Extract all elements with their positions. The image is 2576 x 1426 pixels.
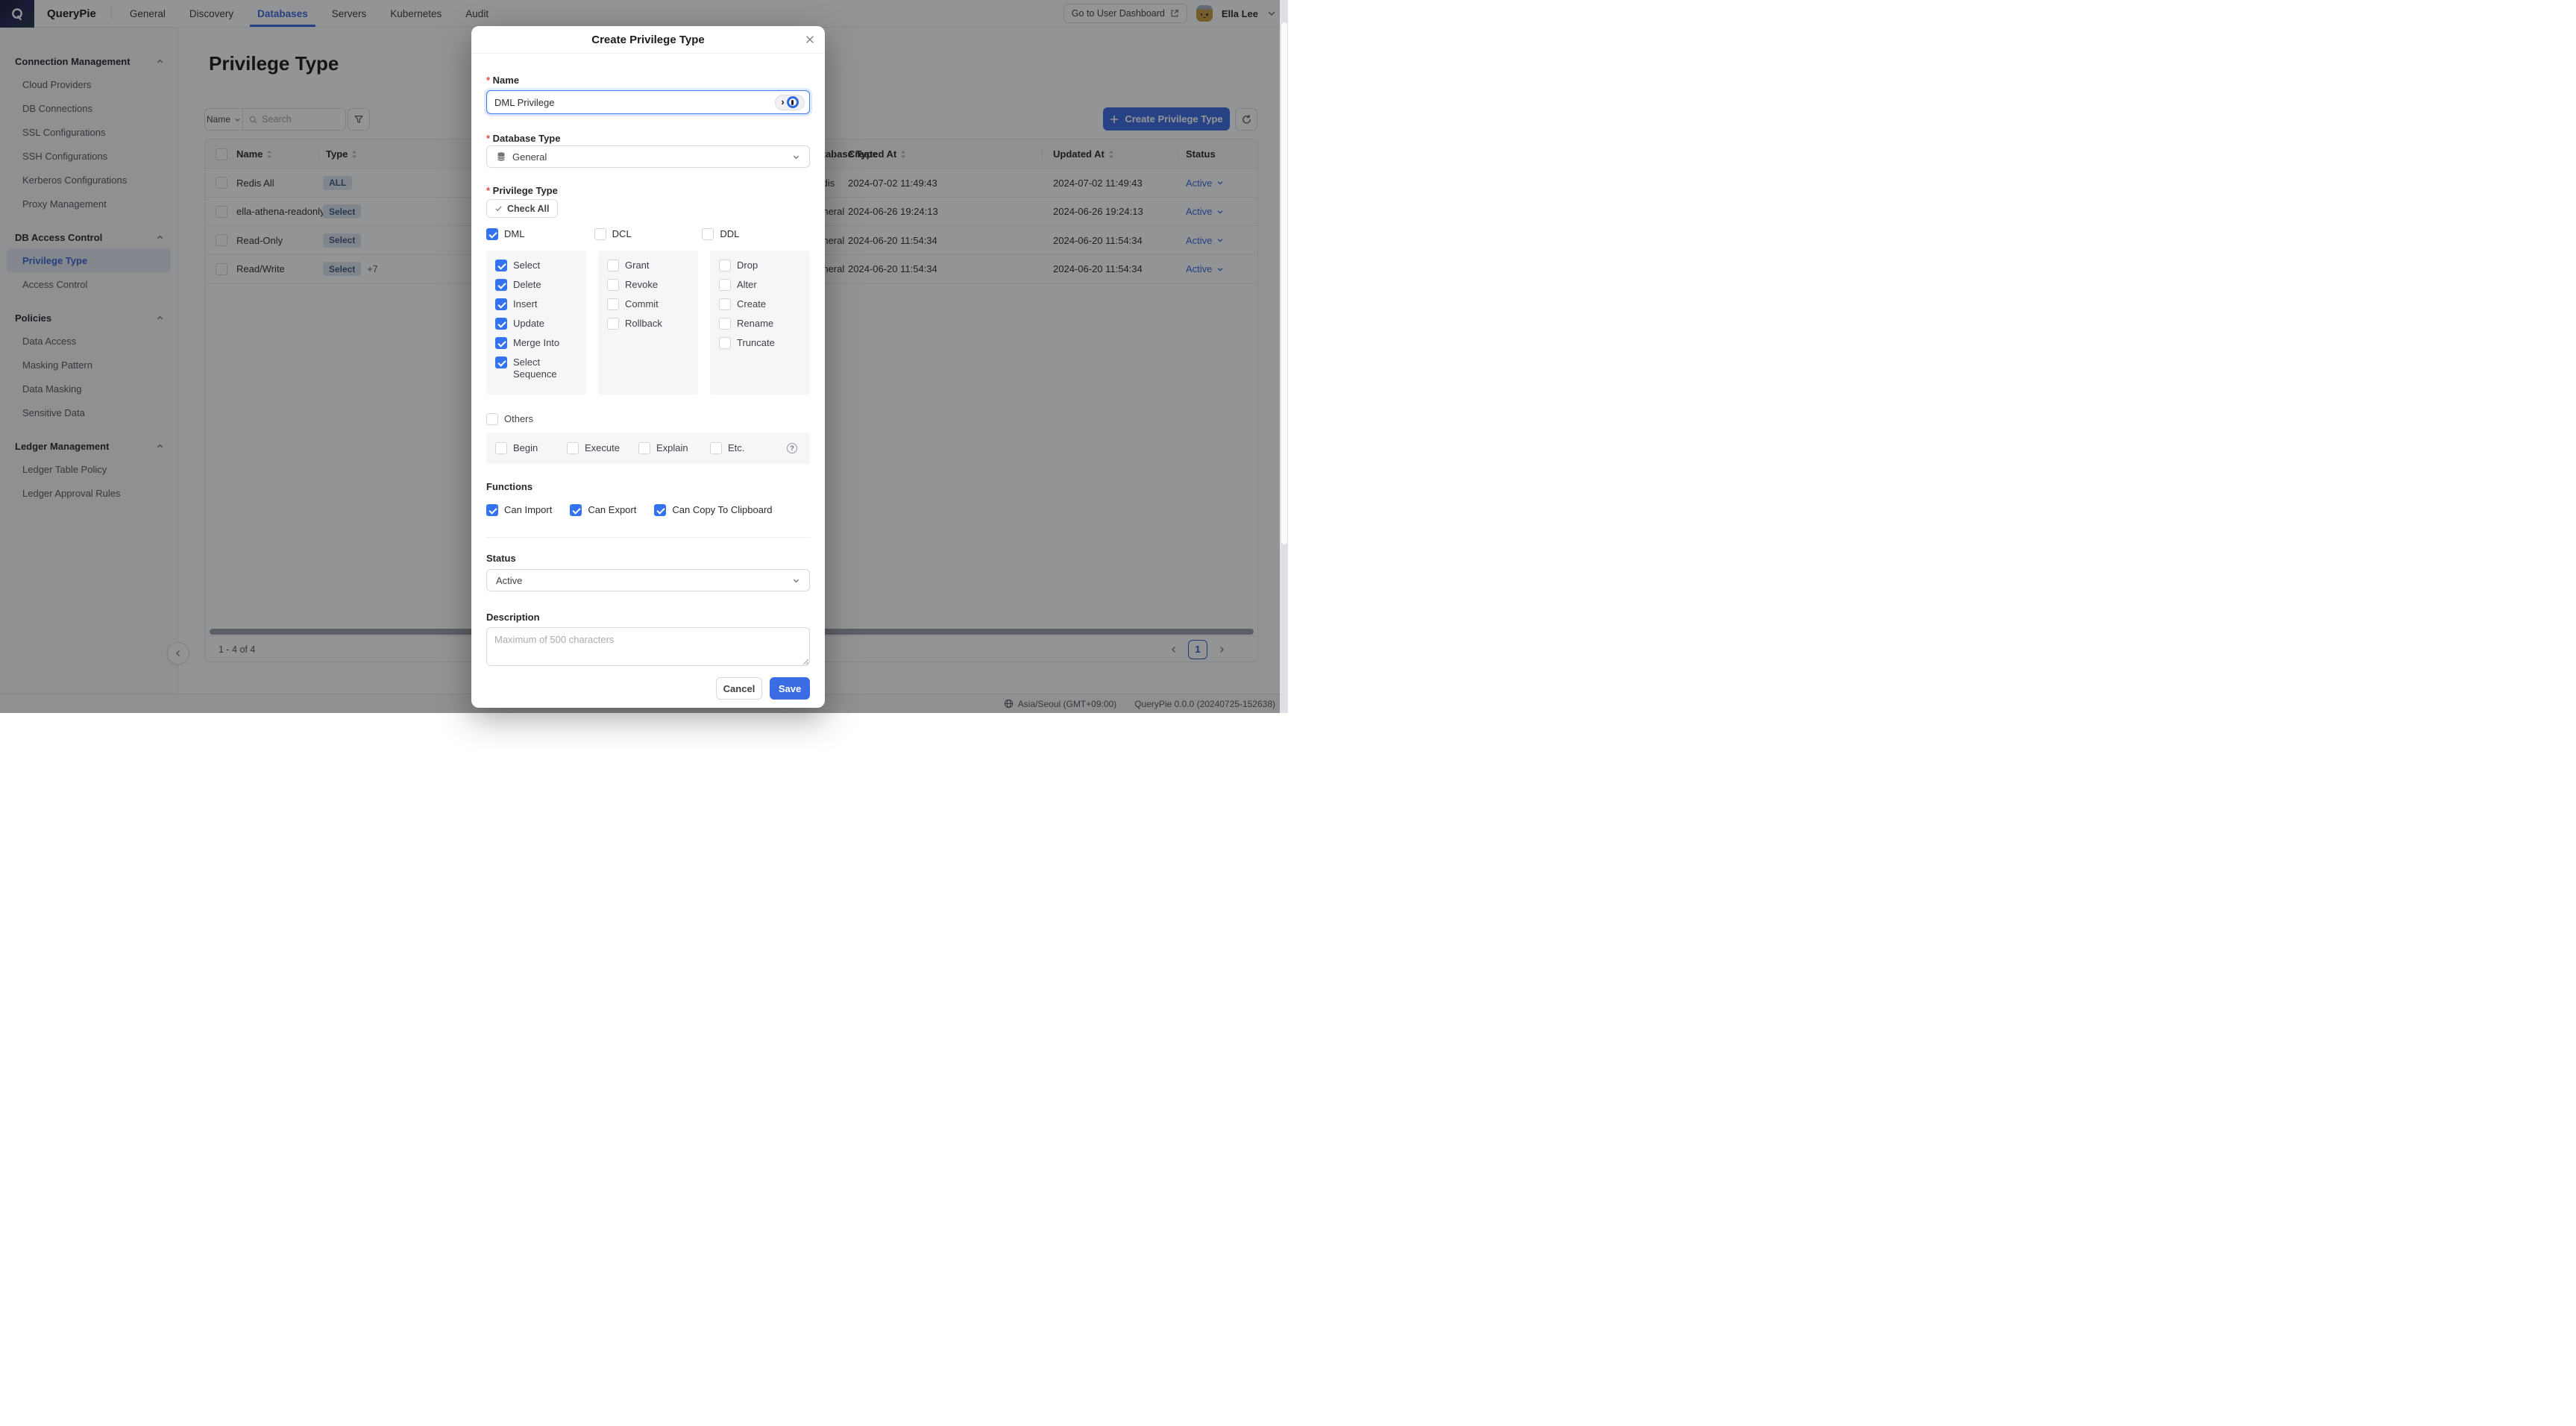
chevron-down-icon — [792, 153, 800, 161]
others-options-panel: Begin Execute Explain Etc. ? — [486, 433, 810, 464]
checkbox-label: Execute — [585, 442, 620, 454]
checkbox-label: Merge Into — [513, 337, 559, 349]
checkbox-begin[interactable]: Begin — [495, 442, 567, 454]
checkbox-alter[interactable]: Alter — [719, 279, 801, 291]
password-manager-autofill-icon[interactable]: › — [775, 95, 805, 110]
checkbox-label: Select Sequence — [513, 356, 577, 380]
checkbox-create[interactable]: Create — [719, 298, 801, 310]
checkbox-etc[interactable]: Etc. — [710, 442, 782, 454]
dcl-options-panel: Grant Revoke Commit Rollback — [598, 251, 698, 395]
checkbox-label: Can Export — [588, 504, 636, 516]
database-type-select[interactable]: General — [486, 145, 810, 168]
name-input[interactable] — [486, 90, 810, 114]
privilege-type-label: Privilege Type — [486, 185, 558, 196]
ddl-options-panel: Drop Alter Create Rename Truncate — [710, 251, 810, 395]
checkbox-label: Select — [513, 260, 540, 271]
checkbox-dcl[interactable]: DCL — [594, 228, 703, 240]
database-type-value: General — [512, 151, 547, 163]
modal-title: Create Privilege Type — [591, 34, 704, 46]
checkbox-label: Create — [737, 298, 766, 310]
save-button[interactable]: Save — [770, 677, 810, 700]
description-textarea[interactable] — [486, 627, 810, 666]
checkbox-label: Explain — [656, 442, 688, 454]
checkbox-merge-into[interactable]: Merge Into — [495, 337, 577, 349]
checkbox-label: Insert — [513, 298, 538, 310]
etc-help-icon[interactable]: ? — [787, 443, 797, 453]
status-select[interactable]: Active — [486, 569, 810, 591]
checkbox-grant[interactable]: Grant — [607, 260, 689, 271]
check-all-button[interactable]: Check All — [486, 199, 558, 218]
checkbox-label: DML — [504, 228, 524, 240]
checkbox-label: Grant — [625, 260, 650, 271]
checkbox-revoke[interactable]: Revoke — [607, 279, 689, 291]
checkbox-label: Rollback — [625, 318, 662, 330]
status-value: Active — [496, 575, 522, 586]
checkbox-delete[interactable]: Delete — [495, 279, 577, 291]
chevron-down-icon — [792, 577, 800, 585]
checkbox-label: Alter — [737, 279, 757, 291]
functions-label: Functions — [486, 481, 533, 492]
checkbox-others[interactable]: Others — [486, 413, 533, 425]
name-label: Name — [486, 75, 519, 86]
checkbox-can-copy-to-clipboard[interactable]: Can Copy To Clipboard — [654, 504, 772, 516]
checkbox-dml[interactable]: DML — [486, 228, 594, 240]
database-icon — [496, 151, 506, 162]
checkbox-label: DDL — [720, 228, 739, 240]
checkbox-label: Can Import — [504, 504, 552, 516]
checkbox-can-import[interactable]: Can Import — [486, 504, 552, 516]
section-divider — [486, 537, 810, 538]
checkbox-label: Can Copy To Clipboard — [672, 504, 772, 516]
checkbox-label: Revoke — [625, 279, 658, 291]
description-label: Description — [486, 612, 540, 623]
checkbox-select[interactable]: Select — [495, 260, 577, 271]
cancel-button[interactable]: Cancel — [716, 677, 762, 700]
checkbox-label: Update — [513, 318, 544, 330]
page-scrollbar-thumb[interactable] — [1281, 22, 1287, 544]
page-scrollbar[interactable] — [1280, 0, 1288, 713]
checkbox-label: DCL — [612, 228, 632, 240]
checkbox-label: Drop — [737, 260, 758, 271]
close-icon — [805, 34, 815, 45]
checkbox-label: Others — [504, 413, 533, 425]
checkbox-can-export[interactable]: Can Export — [570, 504, 636, 516]
modal-header: Create Privilege Type — [471, 26, 825, 54]
modal-close-button[interactable] — [805, 34, 815, 45]
check-icon — [494, 204, 503, 213]
checkbox-rollback[interactable]: Rollback — [607, 318, 689, 330]
checkbox-label: Begin — [513, 442, 538, 454]
checkbox-label: Rename — [737, 318, 773, 330]
checkbox-drop[interactable]: Drop — [719, 260, 801, 271]
checkbox-truncate[interactable]: Truncate — [719, 337, 801, 349]
checkbox-select-sequence[interactable]: Select Sequence — [495, 356, 577, 380]
create-privilege-type-modal: Create Privilege Type Name › Database Ty… — [471, 26, 825, 708]
checkbox-commit[interactable]: Commit — [607, 298, 689, 310]
status-label: Status — [486, 553, 516, 564]
checkbox-explain[interactable]: Explain — [638, 442, 710, 454]
checkbox-execute[interactable]: Execute — [567, 442, 638, 454]
checkbox-label: Commit — [625, 298, 659, 310]
check-all-label: Check All — [507, 204, 550, 214]
checkbox-label: Etc. — [728, 442, 744, 454]
checkbox-label: Truncate — [737, 337, 775, 349]
checkbox-insert[interactable]: Insert — [495, 298, 577, 310]
dml-options-panel: Select Delete Insert Update Merge Into S… — [486, 251, 586, 395]
checkbox-label: Delete — [513, 279, 541, 291]
checkbox-ddl[interactable]: DDL — [702, 228, 810, 240]
checkbox-rename[interactable]: Rename — [719, 318, 801, 330]
checkbox-update[interactable]: Update — [495, 318, 577, 330]
database-type-label: Database Type — [486, 133, 560, 144]
